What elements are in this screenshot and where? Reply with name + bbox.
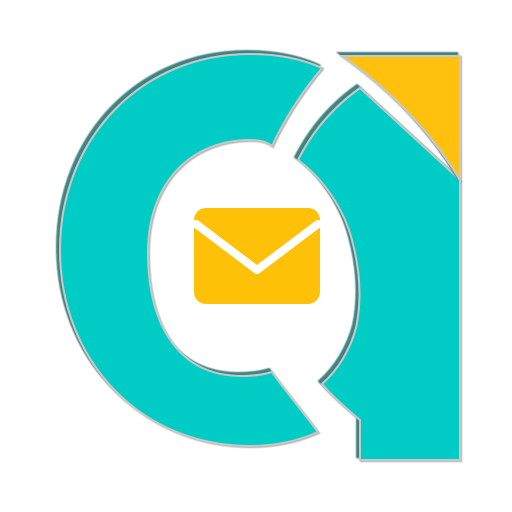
envelope-icon [192, 208, 322, 304]
logo-canvas [0, 0, 512, 512]
envelope-body [194, 208, 320, 304]
app-logo [58, 52, 461, 461]
